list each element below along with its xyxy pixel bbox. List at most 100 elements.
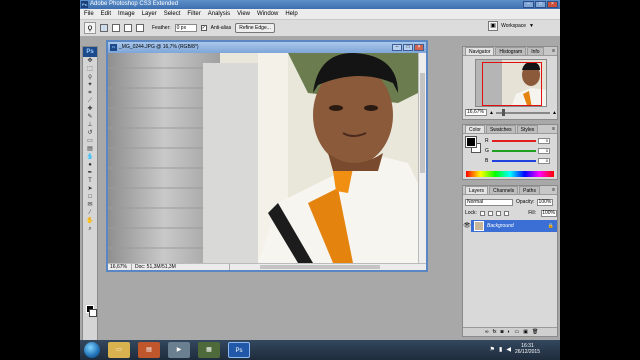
lock-position-icon[interactable] bbox=[495, 210, 501, 216]
lock-all-icon[interactable] bbox=[503, 210, 509, 216]
tab-histogram[interactable]: Histogram bbox=[495, 47, 527, 55]
doc-size-readout[interactable]: Doc: 51,3M/51,3M bbox=[132, 264, 230, 270]
navigator-view-box[interactable] bbox=[482, 62, 542, 106]
photoshop-taskbar-icon[interactable]: Ps bbox=[228, 342, 250, 358]
shape-tool-icon[interactable]: □ bbox=[83, 193, 97, 201]
zoom-readout[interactable]: 16,67% bbox=[108, 264, 132, 270]
panel-menu-icon[interactable]: ≡ bbox=[552, 187, 555, 193]
dodge-tool-icon[interactable]: ● bbox=[83, 161, 97, 169]
type-tool-icon[interactable]: T bbox=[83, 177, 97, 185]
volume-icon[interactable]: ◀ bbox=[506, 346, 511, 353]
path-selection-tool-icon[interactable]: ➤ bbox=[83, 185, 97, 193]
magic-wand-tool-icon[interactable]: ✦ bbox=[83, 81, 97, 89]
tab-info[interactable]: Info bbox=[527, 47, 544, 55]
layer-mask-icon[interactable]: ◙ bbox=[500, 329, 503, 335]
tab-styles[interactable]: Styles bbox=[516, 125, 539, 133]
color-spectrum[interactable] bbox=[466, 171, 554, 177]
antialias-checkbox[interactable]: ✓ bbox=[200, 25, 207, 31]
opacity-input[interactable]: 100% bbox=[537, 198, 554, 206]
horizontal-scrollbar[interactable] bbox=[230, 264, 426, 270]
tab-layers[interactable]: Layers bbox=[465, 186, 489, 194]
channel-slider-r[interactable] bbox=[492, 139, 536, 142]
clock[interactable]: 16:31 26/12/2015 bbox=[515, 343, 540, 355]
hand-tool-icon[interactable]: ✋ bbox=[83, 217, 97, 225]
photo-viewer-icon[interactable]: ▦ bbox=[198, 342, 220, 358]
adjustment-layer-icon[interactable]: ◐ bbox=[508, 329, 511, 335]
navigator-thumbnail[interactable] bbox=[475, 59, 547, 107]
tab-swatches[interactable]: Swatches bbox=[485, 125, 516, 133]
notes-tool-icon[interactable]: ✉ bbox=[83, 201, 97, 209]
fill-input[interactable]: 100% bbox=[541, 209, 557, 217]
image-canvas[interactable] bbox=[108, 53, 418, 263]
panel-menu-icon[interactable]: ≡ bbox=[552, 126, 555, 132]
foreground-color-swatch[interactable] bbox=[465, 136, 477, 148]
menu-layer[interactable]: Layer bbox=[142, 11, 157, 17]
crop-tool-icon[interactable]: ⌗ bbox=[83, 89, 97, 97]
menu-image[interactable]: Image bbox=[118, 11, 135, 17]
tab-paths[interactable]: Paths bbox=[519, 186, 540, 194]
layer-style-icon[interactable]: fx bbox=[493, 329, 497, 335]
brush-tool-icon[interactable]: ✎ bbox=[83, 113, 97, 121]
clone-stamp-tool-icon[interactable]: ⊥ bbox=[83, 121, 97, 129]
flag-icon[interactable]: ⚑ bbox=[490, 346, 495, 353]
refine-edge-button[interactable]: Refine Edge... bbox=[235, 23, 275, 33]
navigator-zoom-input[interactable]: 16,67% bbox=[465, 109, 487, 116]
menu-help[interactable]: Help bbox=[285, 11, 297, 17]
lasso-tool-icon[interactable]: ϙ bbox=[83, 73, 97, 81]
intersect-selection-icon[interactable] bbox=[136, 24, 144, 32]
history-brush-tool-icon[interactable]: ↺ bbox=[83, 129, 97, 137]
menu-filter[interactable]: Filter bbox=[187, 11, 200, 17]
explorer-icon[interactable]: ▭ bbox=[108, 342, 130, 358]
lock-transparency-icon[interactable] bbox=[479, 210, 485, 216]
tab-channels[interactable]: Channels bbox=[489, 186, 519, 194]
lasso-tool-preset-icon[interactable]: ϙ bbox=[84, 22, 96, 34]
channel-value-r[interactable]: 0 bbox=[538, 137, 550, 144]
move-tool-icon[interactable]: ✥ bbox=[83, 57, 97, 65]
menu-view[interactable]: View bbox=[237, 11, 250, 17]
menu-file[interactable]: File bbox=[84, 11, 94, 17]
network-icon[interactable]: ▮ bbox=[499, 346, 502, 353]
panel-menu-icon[interactable]: ≡ bbox=[552, 48, 555, 54]
new-selection-icon[interactable] bbox=[100, 24, 108, 32]
media-player-icon[interactable]: ▶ bbox=[168, 342, 190, 358]
maximize-icon[interactable]: □ bbox=[535, 1, 546, 8]
channel-value-b[interactable]: 0 bbox=[538, 157, 550, 164]
minimize-icon[interactable]: – bbox=[523, 1, 534, 8]
group-icon[interactable]: ▭ bbox=[515, 329, 520, 335]
eye-icon[interactable]: 👁 bbox=[463, 220, 471, 232]
trash-icon[interactable]: 🗑 bbox=[532, 329, 538, 335]
layer-background[interactable]: 👁 Background 🔒 bbox=[463, 220, 557, 232]
zoom-out-icon[interactable]: ▲ bbox=[489, 110, 494, 116]
healing-brush-tool-icon[interactable]: ✚ bbox=[83, 105, 97, 113]
marquee-tool-icon[interactable]: ⬚ bbox=[83, 65, 97, 73]
blend-mode-select[interactable]: Normal bbox=[465, 198, 513, 206]
channel-slider-g[interactable] bbox=[492, 149, 536, 152]
channel-value-g[interactable]: 0 bbox=[538, 147, 550, 154]
workspace-switcher[interactable]: ▣ Workspace ▼ bbox=[488, 21, 534, 31]
tab-navigator[interactable]: Navigator bbox=[465, 47, 495, 55]
start-button[interactable] bbox=[84, 342, 100, 358]
link-layers-icon[interactable]: ∞ bbox=[485, 329, 489, 335]
document-title-bar[interactable]: Ps _MG_0244.JPG @ 16,7% (RGB/8*) – □ × bbox=[108, 42, 426, 53]
eyedropper-tool-icon[interactable]: ⁄ bbox=[83, 209, 97, 217]
bridge-icon[interactable]: ▣ bbox=[488, 21, 499, 31]
eraser-tool-icon[interactable]: ▭ bbox=[83, 137, 97, 145]
gradient-tool-icon[interactable]: ▤ bbox=[83, 145, 97, 153]
close-icon[interactable]: × bbox=[547, 1, 558, 8]
slice-tool-icon[interactable]: ⟋ bbox=[83, 97, 97, 105]
scroll-thumb[interactable] bbox=[420, 73, 425, 173]
navigator-zoom-slider[interactable] bbox=[495, 108, 551, 116]
menu-select[interactable]: Select bbox=[164, 11, 181, 17]
blur-tool-icon[interactable]: 💧 bbox=[83, 153, 97, 161]
add-selection-icon[interactable] bbox=[112, 24, 120, 32]
new-layer-icon[interactable]: ▣ bbox=[523, 329, 528, 335]
feather-input[interactable]: 0 px bbox=[174, 24, 197, 32]
scroll-thumb[interactable] bbox=[260, 265, 380, 269]
menu-window[interactable]: Window bbox=[257, 11, 278, 17]
background-color-swatch[interactable] bbox=[89, 309, 97, 317]
zoom-tool-icon[interactable]: ⌕ bbox=[83, 225, 97, 233]
subtract-selection-icon[interactable] bbox=[124, 24, 132, 32]
pen-tool-icon[interactable]: ✒ bbox=[83, 169, 97, 177]
channel-slider-b[interactable] bbox=[492, 159, 536, 162]
vertical-scrollbar[interactable] bbox=[418, 53, 426, 263]
